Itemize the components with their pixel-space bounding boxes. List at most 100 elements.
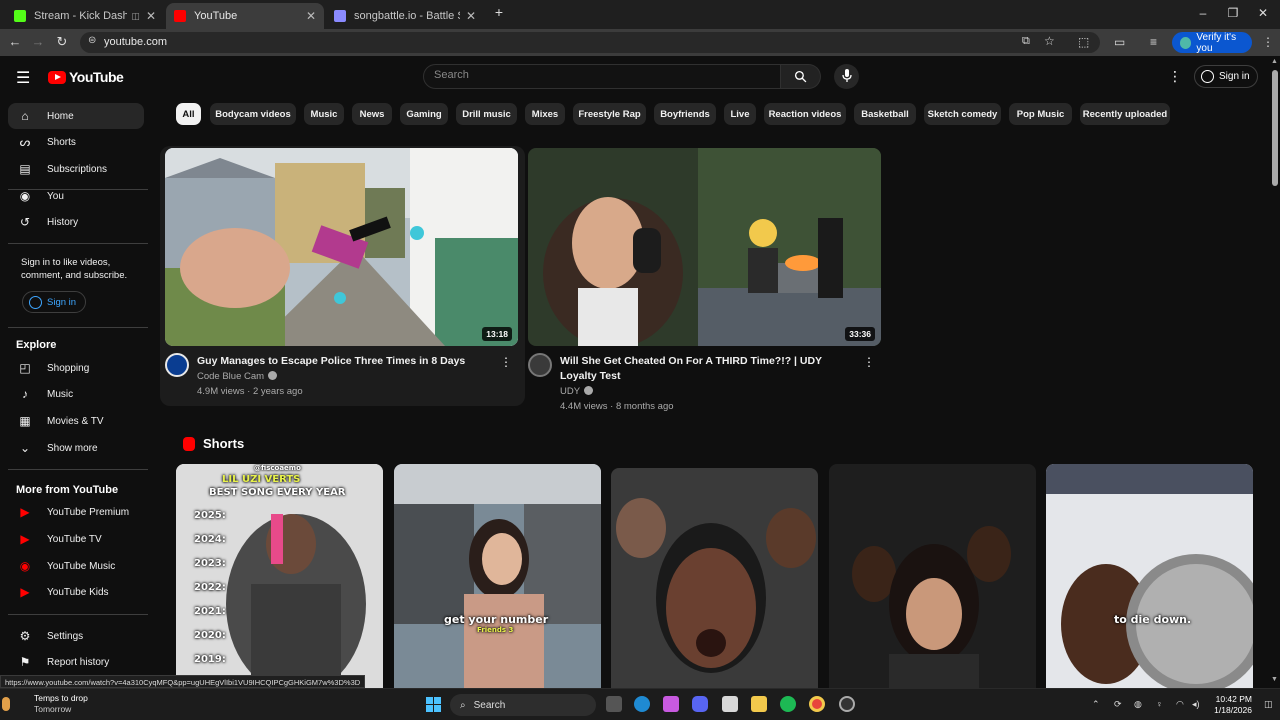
- site-info-icon[interactable]: ⊜: [88, 35, 96, 46]
- chip[interactable]: Boyfriends: [654, 103, 716, 125]
- chip[interactable]: Drill music: [456, 103, 517, 125]
- close-tab-icon[interactable]: ✕: [466, 9, 476, 23]
- page-scrollbar[interactable]: ▲ ▼: [1270, 56, 1280, 688]
- video-menu-icon[interactable]: ⋮: [863, 355, 875, 369]
- chip[interactable]: Basketball: [854, 103, 916, 125]
- sidebar-item-history[interactable]: ↺ History: [8, 209, 144, 235]
- new-tab-button[interactable]: +: [484, 4, 514, 20]
- chip[interactable]: Recently uploaded: [1080, 103, 1170, 125]
- sidebar-sign-in-button[interactable]: Sign in: [22, 291, 86, 313]
- taskbar-search[interactable]: ⌕ Search: [450, 694, 596, 716]
- browser-menu-icon[interactable]: ⋮: [1262, 35, 1274, 49]
- wifi-icon[interactable]: ◠: [1176, 699, 1184, 710]
- channel-avatar[interactable]: [528, 353, 552, 377]
- sidebar-item-settings[interactable]: ⚙ Settings: [8, 623, 144, 649]
- taskbar-clock[interactable]: 10:42 PM 1/18/2026: [1208, 694, 1252, 716]
- tab-kick-dashboard[interactable]: Stream - Kick Dashboard ◫ ✕: [6, 3, 164, 29]
- chip[interactable]: Bodycam videos: [210, 103, 296, 125]
- sign-in-button[interactable]: Sign in: [1194, 65, 1258, 88]
- edge-icon[interactable]: [634, 696, 650, 712]
- chip[interactable]: News: [352, 103, 392, 125]
- sidebar-item-youtube-premium[interactable]: ▶ YouTube Premium: [8, 499, 144, 525]
- weather-widget[interactable]: Temps to drop Tomorrow: [34, 693, 88, 715]
- sidebar-item-home[interactable]: ⌂ Home: [8, 103, 144, 129]
- sidebar-item-youtube-tv[interactable]: ▶ YouTube TV: [8, 526, 144, 552]
- short-card[interactable]: get your number Friends 3: [394, 464, 601, 688]
- scroll-up-icon[interactable]: ▲: [1271, 58, 1278, 65]
- sidebar-item-shopping[interactable]: ◰ Shopping: [8, 355, 144, 381]
- search-input[interactable]: [434, 69, 764, 81]
- close-tab-icon[interactable]: ✕: [306, 9, 316, 23]
- settings-more-icon[interactable]: ⋮: [1168, 68, 1182, 85]
- verify-profile-button[interactable]: Verify it's you: [1172, 32, 1252, 54]
- notifications-icon[interactable]: ◫: [1264, 699, 1273, 710]
- windows-start-icon[interactable]: [426, 697, 441, 712]
- reading-list-icon[interactable]: ≡: [1150, 35, 1157, 49]
- chip[interactable]: Gaming: [400, 103, 448, 125]
- forward-button[interactable]: →: [28, 34, 48, 49]
- video-thumbnail[interactable]: 33:36: [528, 148, 881, 346]
- short-card[interactable]: to die down.: [1046, 464, 1253, 688]
- video-thumbnail[interactable]: 13:18: [165, 148, 518, 346]
- youtube-logo[interactable]: YouTube: [48, 69, 124, 85]
- address-bar[interactable]: ⊜ youtube.com ⧉ ☆: [80, 32, 1100, 53]
- video-title[interactable]: Guy Manages to Escape Police Three Times…: [197, 354, 497, 369]
- sidebar-item-youtube-kids[interactable]: ▶ YouTube Kids: [8, 579, 144, 605]
- video-card[interactable]: 33:36 Will She Get Cheated On For A THIR…: [528, 148, 881, 412]
- discord-icon[interactable]: [692, 696, 708, 712]
- reload-button[interactable]: ↻: [52, 34, 72, 50]
- copilot-icon[interactable]: [663, 696, 679, 712]
- scroll-down-icon[interactable]: ▼: [1271, 676, 1278, 683]
- tray-app-icon[interactable]: ◍: [1134, 699, 1142, 710]
- sidebar-item-show-more[interactable]: ⌄ Show more: [8, 435, 144, 461]
- tab-songbattle[interactable]: songbattle.io - Battle Songs ag ✕: [326, 3, 484, 29]
- chip-all[interactable]: All: [176, 103, 201, 125]
- channel-name[interactable]: UDY: [560, 386, 594, 397]
- extensions-icon[interactable]: ⬚: [1078, 35, 1089, 49]
- short-card[interactable]: [829, 464, 1036, 688]
- scroll-thumb[interactable]: [1272, 70, 1278, 186]
- video-menu-icon[interactable]: ⋮: [500, 355, 512, 369]
- channel-avatar[interactable]: [165, 353, 189, 377]
- close-window-button[interactable]: ✕: [1248, 6, 1278, 20]
- chip[interactable]: Live: [724, 103, 756, 125]
- store-icon[interactable]: [722, 696, 738, 712]
- chip[interactable]: Mixes: [525, 103, 565, 125]
- volume-icon[interactable]: ◂): [1192, 699, 1200, 710]
- task-view-icon[interactable]: [606, 696, 622, 712]
- sidebar-item-you[interactable]: ◉ You: [8, 183, 144, 209]
- install-app-icon[interactable]: ⧉: [1022, 35, 1030, 48]
- chip[interactable]: Reaction videos: [764, 103, 846, 125]
- file-explorer-icon[interactable]: [751, 696, 767, 712]
- sidebar-item-movies-tv[interactable]: ▦ Movies & TV: [8, 408, 144, 434]
- chrome-icon[interactable]: [809, 696, 825, 712]
- short-card[interactable]: [611, 468, 818, 688]
- sidebar-item-report-history[interactable]: ⚑ Report history: [8, 649, 144, 675]
- back-button[interactable]: ←: [5, 34, 25, 49]
- spotify-icon[interactable]: [780, 696, 796, 712]
- video-card[interactable]: 13:18 Guy Manages to Escape Police Three…: [160, 146, 525, 406]
- split-view-icon[interactable]: ▭: [1114, 35, 1125, 49]
- chip[interactable]: Pop Music: [1009, 103, 1072, 125]
- microphone-icon[interactable]: ♀: [1156, 699, 1163, 709]
- close-tab-icon[interactable]: ✕: [146, 9, 156, 23]
- voice-search-button[interactable]: [834, 64, 859, 89]
- tab-youtube[interactable]: YouTube ✕: [166, 3, 324, 29]
- chip[interactable]: Sketch comedy: [924, 103, 1001, 125]
- tray-overflow-icon[interactable]: ⌃: [1092, 699, 1100, 710]
- search-button[interactable]: [781, 64, 821, 89]
- sidebar-item-shorts[interactable]: ᔕ Shorts: [8, 129, 144, 155]
- channel-name[interactable]: Code Blue Cam: [197, 371, 278, 382]
- minimize-button[interactable]: –: [1188, 6, 1218, 20]
- hamburger-menu-icon[interactable]: ☰: [16, 68, 30, 88]
- chip[interactable]: Music: [304, 103, 344, 125]
- mute-icon[interactable]: ◫: [131, 11, 140, 22]
- chip[interactable]: Freestyle Rap: [573, 103, 646, 125]
- maximize-button[interactable]: ❐: [1218, 6, 1248, 20]
- sidebar-item-music[interactable]: ♪ Music: [8, 381, 144, 407]
- sidebar-item-youtube-music[interactable]: ◉ YouTube Music: [8, 553, 144, 579]
- tray-app-icon[interactable]: ⟳: [1114, 699, 1122, 710]
- obs-icon[interactable]: [839, 696, 855, 712]
- sidebar-item-subscriptions[interactable]: ▤ Subscriptions: [8, 156, 144, 182]
- short-card[interactable]: @fiscoaemo LIL UZI VERTS BEST SONG EVERY…: [176, 464, 383, 688]
